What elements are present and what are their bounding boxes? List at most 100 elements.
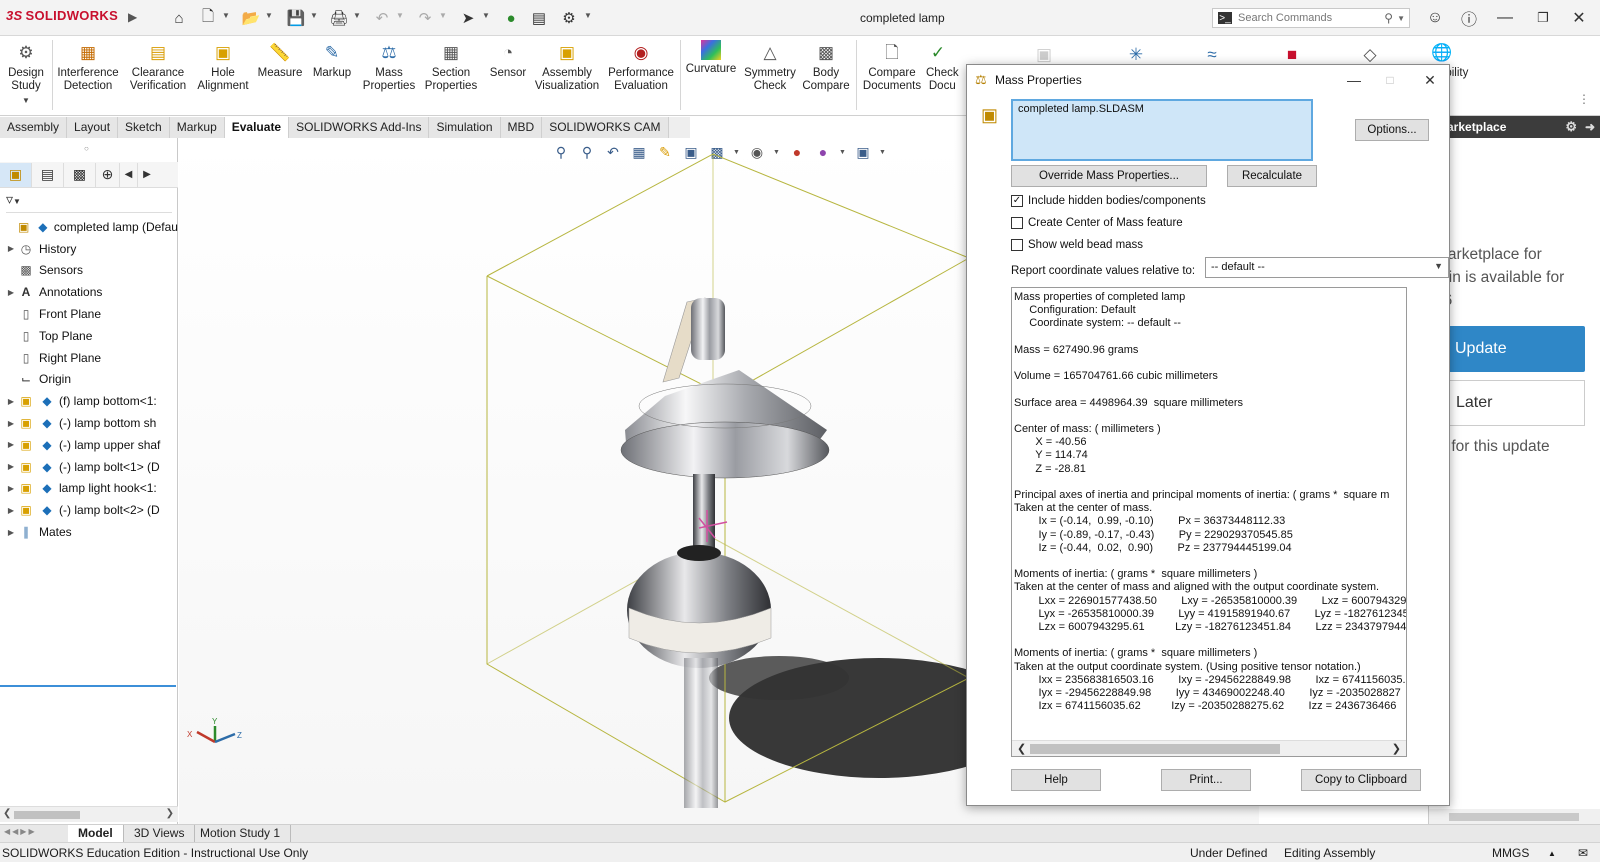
coordinate-system-select[interactable]: -- default -- ▼ [1205,257,1449,278]
interference-detection-button[interactable]: ▦ Interference Detection [54,40,122,93]
tree-item-sensors[interactable]: ▩ Sensors [0,260,178,282]
tree-item-right-plane[interactable]: ▯ Right Plane [0,347,178,369]
property-manager-tab-icon[interactable]: ▤ [32,162,64,187]
task-pane-scrollbar[interactable] [1429,809,1600,825]
tab-sketch[interactable]: Sketch [118,117,170,138]
recalculate-button[interactable]: Recalculate [1227,165,1317,187]
print-button[interactable]: Print... [1161,769,1251,791]
tree-item-component[interactable]: ▶ ▣ ◆ (-) lamp bolt<2> (D [0,499,178,521]
expand-icon[interactable]: ▶ [5,244,17,253]
tab-solidworks-add-ins[interactable]: SOLIDWORKS Add-Ins [289,117,430,138]
tree-item-front-plane[interactable]: ▯ Front Plane [0,303,178,325]
mass-properties-results[interactable]: Mass properties of completed lamp Config… [1011,287,1407,757]
redo-icon[interactable]: ↷ [414,7,436,29]
tab-model[interactable]: Model [68,825,124,843]
measure-button[interactable]: 📏 Measure [254,40,306,80]
options-dropdown-icon[interactable]: ▼ [584,11,592,20]
open-dropdown-icon[interactable]: ▼ [265,11,273,20]
select-cursor-icon[interactable]: ➤ [457,7,479,29]
rebuild-icon[interactable]: ● [500,7,522,29]
unit-system[interactable]: MMGS [1492,846,1529,860]
expand-icon[interactable]: ▶ [5,528,17,537]
scroll-left-icon[interactable]: ❮ [3,808,11,819]
dialog-title-bar[interactable]: ⚖ Mass Properties — □ ✕ [967,65,1449,95]
search-commands[interactable]: >_ Search Commands ⚲ ▼ [1212,8,1410,28]
tab-motion-study[interactable]: Motion Study 1 [190,825,292,843]
design-study-button[interactable]: ⚙ Design Study [6,40,46,93]
scroll-right-icon[interactable]: ❯ [1392,742,1401,755]
tree-item-component[interactable]: ▶ ▣ ◆ (-) lamp bottom sh [0,412,178,434]
tab-simulation[interactable]: Simulation [429,117,501,138]
tree-item-component[interactable]: ▶ ▣ ◆ lamp light hook<1: [0,478,178,500]
save-dropdown-icon[interactable]: ▼ [310,11,318,20]
performance-evaluation-button[interactable]: ◉ Performance Evaluation [604,40,678,93]
checkbox-checked-icon[interactable]: ✓ [1011,195,1023,207]
assembly-visualization-button[interactable]: ▣ Assembly Visualization [532,40,602,93]
results-horizontal-scrollbar[interactable]: ❮ ❯ [1012,740,1406,756]
tab-layout[interactable]: Layout [67,117,119,138]
tree-item-mates[interactable]: ▶ ∥ Mates [0,521,178,543]
restore-icon[interactable]: ❐ [1532,7,1554,29]
tab-scroll-left-icon[interactable]: ◀ [120,162,138,187]
expand-icon[interactable]: ▶ [5,440,17,449]
filter-icon[interactable]: ▿▼ [6,191,172,213]
design-study-dropdown-icon[interactable]: ▼ [22,96,30,105]
body-compare-button[interactable]: ▩ Body Compare [800,40,852,93]
expand-icon[interactable]: ▶ [5,419,17,428]
undo-dropdown-icon[interactable]: ▼ [396,11,404,20]
tab-solidworks-cam[interactable]: SOLIDWORKS CAM [542,117,669,138]
help-button[interactable]: Help [1011,769,1101,791]
print-dropdown-icon[interactable]: ▼ [353,11,361,20]
scroll-left-icon[interactable]: ❮ [1017,742,1026,755]
search-input[interactable]: Search Commands [1238,12,1384,24]
undo-icon[interactable]: ↶ [371,7,393,29]
tree-item-component[interactable]: ▶ ▣ ◆ (-) lamp upper shaf [0,434,178,456]
minimize-icon[interactable]: — [1339,69,1369,91]
options-gear-icon[interactable]: ⚙ [558,7,580,29]
select-dropdown-icon[interactable]: ▼ [482,11,490,20]
feedback-icon[interactable]: ✉ [1578,846,1588,860]
tree-item-top-plane[interactable]: ▯ Top Plane [0,325,178,347]
unit-dropdown-icon[interactable]: ▲ [1548,849,1556,858]
expand-icon[interactable]: ▶ [5,506,17,515]
tree-item-origin[interactable]: ⌙ Origin [0,369,178,391]
tab-mbd[interactable]: MBD [500,117,543,138]
search-dropdown-icon[interactable]: ▼ [1397,14,1405,23]
expand-icon[interactable]: ▶ [5,397,17,406]
home-icon[interactable]: ⌂ [168,7,190,29]
show-weld-bead-mass-checkbox[interactable]: Show weld bead mass [1011,239,1143,251]
file-properties-icon[interactable]: ▤ [528,7,550,29]
tree-item-history[interactable]: ▶ ◷ History [0,238,178,260]
more-commands-icon[interactable]: ⋮ [1578,92,1590,106]
options-button[interactable]: Options... [1355,119,1429,141]
expand-icon[interactable]: ▶ [5,288,17,297]
update-button[interactable]: Update [1429,326,1585,372]
print-icon[interactable]: 🖨 [328,7,350,29]
tab-scroll-right-icon[interactable]: ▶ [138,163,156,187]
feature-tree-tab-icon[interactable]: ▣ [0,162,32,187]
dimxpert-tab-icon[interactable]: ⊕ [96,162,120,187]
tab-3d-views[interactable]: 3D Views [124,825,196,843]
selection-list[interactable]: completed lamp.SLDASM [1011,99,1313,161]
user-account-icon[interactable]: ☺ [1424,7,1446,29]
tab-navigation-icon[interactable]: ◀◀▶▶ [4,827,37,836]
override-mass-properties-button[interactable]: Override Mass Properties... [1011,165,1207,187]
tab-evaluate[interactable]: Evaluate [224,117,290,138]
configuration-manager-tab-icon[interactable]: ▩ [64,162,96,187]
gear-icon[interactable]: ⚙ [1565,116,1577,138]
save-icon[interactable]: 💾 [285,7,307,29]
new-document-icon[interactable]: 🗋 [197,7,219,29]
hole-alignment-button[interactable]: ▣ Hole Alignment [196,40,250,93]
check-document-button[interactable]: ✓ Check Docu [926,40,970,93]
tree-item-component[interactable]: ▶ ▣ ◆ (f) lamp bottom<1: [0,390,178,412]
copy-to-clipboard-button[interactable]: Copy to Clipboard [1301,769,1421,791]
redo-dropdown-icon[interactable]: ▼ [439,11,447,20]
later-button[interactable]: Later [1429,380,1585,426]
expand-icon[interactable]: ▶ [5,484,17,493]
open-folder-icon[interactable]: 📂 [240,7,262,29]
tree-item-component[interactable]: ▶ ▣ ◆ (-) lamp bolt<1> (D [0,456,178,478]
section-properties-button[interactable]: ▦ Section Properties [420,40,482,93]
help-icon[interactable]: ⓘ [1458,7,1480,29]
tab-markup[interactable]: Markup [169,117,225,138]
sensor-button[interactable]: ◔ Sensor [486,40,530,80]
